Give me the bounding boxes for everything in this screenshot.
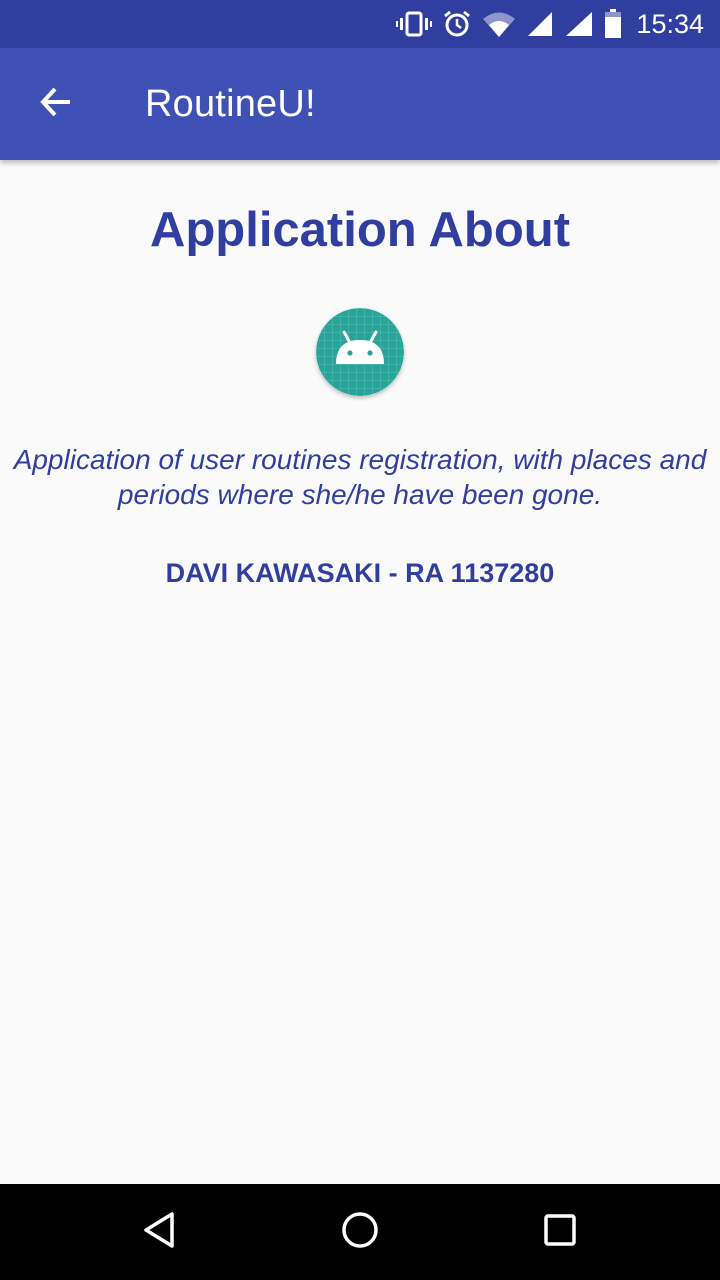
author-line: DAVI KAWASAKI - RA 1137280 <box>165 558 555 588</box>
app-description: Application of user routines registratio… <box>13 444 707 510</box>
status-icons: 15:34 <box>386 0 704 48</box>
nav-recents-button[interactable] <box>536 1208 584 1256</box>
navigation-bar <box>0 1184 720 1280</box>
back-icon <box>140 1210 180 1255</box>
recents-icon <box>540 1210 580 1255</box>
vibrate-icon <box>396 10 433 38</box>
app-title: RoutineU! <box>145 83 316 125</box>
about-content: Application About Application of user ro… <box>0 160 720 1184</box>
app-bar: RoutineU! <box>0 48 720 160</box>
page-title: Application About <box>149 203 571 257</box>
signal-icon <box>564 10 594 38</box>
status-time: 15:34 <box>636 8 704 39</box>
back-button[interactable] <box>20 68 92 140</box>
nav-back-button[interactable] <box>136 1208 184 1256</box>
android-launcher-icon <box>316 308 404 396</box>
alarm-icon <box>442 9 472 39</box>
battery-icon <box>604 9 622 39</box>
signal-icon <box>526 10 554 38</box>
nav-home-button[interactable] <box>336 1208 384 1256</box>
home-icon <box>340 1210 380 1255</box>
wifi-icon <box>482 10 516 38</box>
arrow-back-icon <box>38 84 74 125</box>
status-bar: 15:34 <box>0 0 720 48</box>
